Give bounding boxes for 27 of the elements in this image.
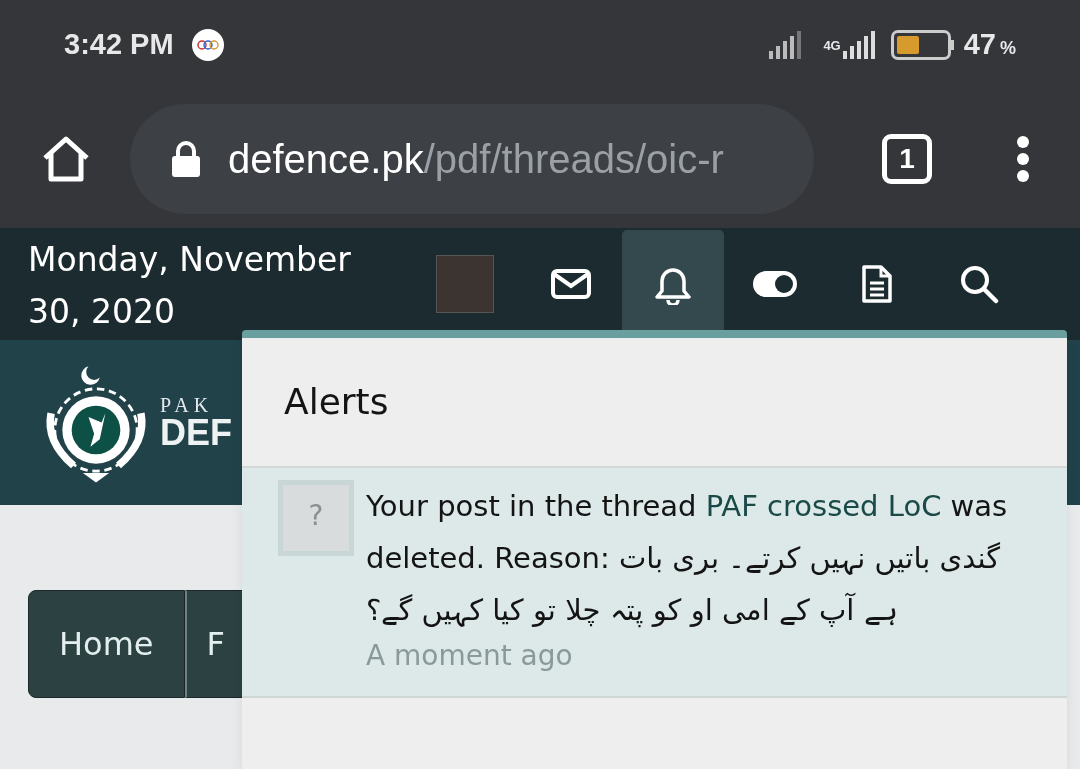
more-menu-icon[interactable]: [1016, 136, 1030, 182]
clock-time: 3:42 PM: [64, 27, 174, 63]
logo-text: PAK: [160, 394, 214, 415]
thread-link[interactable]: PAF crossed LoC: [705, 489, 942, 523]
battery-percent: 47: [963, 27, 996, 63]
popup-title: Alerts: [284, 380, 389, 424]
avatar-photo: [436, 255, 494, 313]
mail-icon: [551, 269, 591, 299]
avatar-placeholder: ?: [278, 480, 354, 556]
date-text: Monday, November 30, 2020: [27, 239, 352, 333]
breadcrumb-link[interactable]: Home: [28, 590, 185, 698]
toggle-icon: [753, 271, 797, 297]
percent-sign: %: [1000, 36, 1016, 60]
url-text: defence.pk/pdf/threads/oic-r: [228, 136, 724, 183]
search-icon: [959, 264, 999, 304]
notification-icon: [191, 29, 224, 61]
tab-count-button[interactable]: 1: [882, 134, 932, 184]
alert-time: A moment ago: [366, 638, 574, 674]
signal-icon: [842, 31, 875, 59]
bell-icon: [655, 267, 691, 305]
lock-icon: [170, 141, 202, 177]
battery-icon: [890, 30, 954, 60]
network-type: 4G: [823, 38, 841, 52]
logo-text: DEF: [160, 414, 232, 451]
url-bar[interactable]: defence.pk/pdf/threads/oic-r: [130, 104, 814, 214]
signal-icon: [769, 31, 802, 59]
document-icon: [862, 265, 892, 303]
